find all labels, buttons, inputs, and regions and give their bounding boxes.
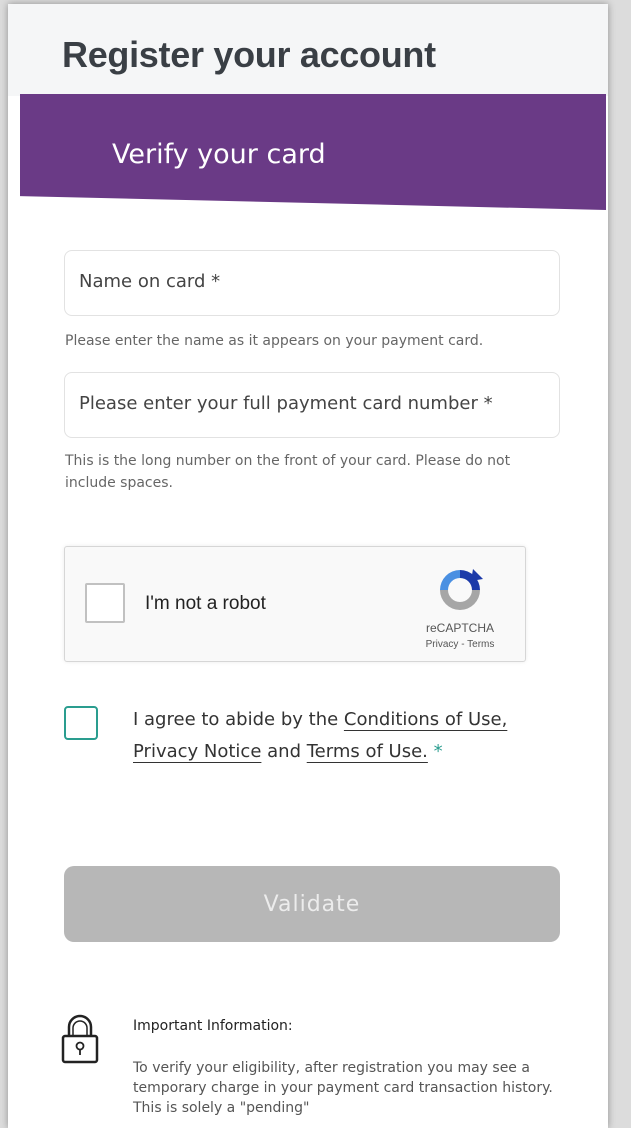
required-mark: * [427,741,443,762]
app-frame: Register your account Verify your card N… [8,4,608,1128]
card-number-placeholder: Please enter your full payment card numb… [79,393,493,414]
conditions-of-use-link[interactable]: Conditions of Use, [344,709,507,730]
info-title: Important Information: [133,1018,293,1034]
agree-and: and [261,741,307,762]
recaptcha-links[interactable]: Privacy - Terms [405,639,515,650]
agree-prefix: I agree to abide by the [133,709,344,730]
privacy-notice-link[interactable]: Privacy Notice [133,741,261,762]
validate-button[interactable]: Validate [64,866,560,942]
recaptcha-checkbox[interactable] [85,583,125,623]
page-title: Register your account [62,34,436,75]
terms-of-use-link[interactable]: Terms of Use. [307,741,428,762]
name-on-card-placeholder: Name on card * [79,271,221,292]
agree-terms-text: I agree to abide by the Conditions of Us… [133,704,553,768]
recaptcha-icon [440,569,483,610]
info-body: To verify your eligibility, after regist… [133,1060,553,1116]
recaptcha-brand: reCAPTCHA [425,621,494,635]
card-number-hint: This is the long number on the front of … [65,453,511,491]
name-on-card-hint: Please enter the name as it appears on y… [65,333,484,349]
recaptcha-widget: I'm not a robot reCAPTCHA Privacy - Term… [64,546,526,662]
name-on-card-field[interactable]: Name on card * [64,250,560,316]
card-number-field[interactable]: Please enter your full payment card numb… [64,372,560,438]
lock-icon [61,1014,99,1064]
banner-title: Verify your card [112,139,326,170]
recaptcha-label: I'm not a robot [145,593,266,614]
agree-terms-checkbox[interactable] [64,706,98,740]
